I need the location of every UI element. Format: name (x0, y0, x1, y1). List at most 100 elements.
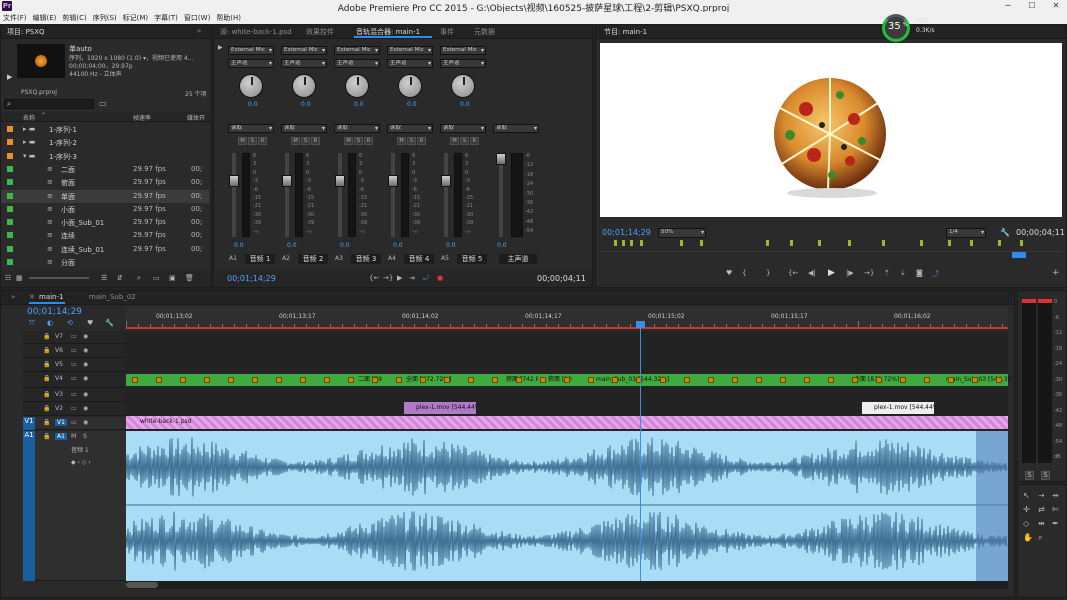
project-row[interactable]: ≡ 连续 29.97 fps 00; (1, 229, 209, 242)
menu-help[interactable]: 帮助(H) (213, 12, 244, 24)
pan-knob[interactable] (345, 74, 369, 98)
pan-knob[interactable] (292, 74, 316, 98)
clip-marker[interactable] (630, 240, 633, 246)
clip-marker[interactable] (700, 240, 703, 246)
menu-edit[interactable]: 编辑(E) (30, 12, 60, 24)
playhead-handle[interactable] (636, 321, 645, 328)
track-label[interactable]: V3 (55, 391, 63, 398)
clip-marker[interactable] (970, 240, 973, 246)
mark-in-icon[interactable]: { (742, 269, 746, 277)
lock-icon[interactable]: 🔒 (43, 405, 50, 412)
minimize-button[interactable]: ─ (997, 0, 1019, 12)
clip-marker[interactable] (680, 240, 683, 246)
pan-value[interactable]: 0.0 (248, 101, 258, 108)
tab-main-sub-02[interactable]: main_Sub_02 (89, 293, 136, 301)
clip-marker[interactable] (818, 240, 821, 246)
track-label[interactable]: V2 (55, 405, 63, 412)
pan-knob[interactable] (239, 74, 263, 98)
sync-lock-icon[interactable]: ▭ (71, 333, 77, 340)
project-row[interactable]: ≡ 小面_Sub_01 29.97 fps 00; (1, 216, 209, 229)
msr-button-s[interactable]: S (354, 137, 363, 145)
project-row[interactable]: ≡ 俯面 29.97 fps 00; (1, 176, 209, 189)
fader-handle[interactable] (388, 175, 398, 187)
ripple-edit-tool-icon[interactable]: ⇸ (1052, 491, 1059, 500)
fader-handle[interactable] (229, 175, 239, 187)
mixer-timecode[interactable]: 00;01;14;29 (227, 274, 276, 283)
project-row[interactable]: ≡ 二面 29.97 fps 00; (1, 163, 209, 176)
route-dropdown[interactable]: 主声道 (440, 59, 486, 68)
extract-icon[interactable]: ⇣ (900, 269, 906, 277)
msr-button-m[interactable]: M (291, 137, 300, 145)
sort-icon[interactable]: ☰ (101, 274, 107, 282)
msr-button-r[interactable]: R (258, 137, 267, 145)
lock-icon[interactable]: 🔒 (43, 375, 50, 382)
sync-lock-icon[interactable]: ▭ (71, 405, 77, 412)
menu-window[interactable]: 窗口(W) (181, 12, 213, 24)
gain-value[interactable]: 0.0 (446, 242, 456, 249)
zoom-dropdown[interactable]: 50% (658, 228, 706, 238)
automation-mode-dropdown[interactable]: 读取 (440, 124, 486, 133)
linked-selection-icon[interactable]: ⟲ (67, 319, 73, 327)
msr-button-s[interactable]: S (407, 137, 416, 145)
gain-value[interactable]: 0.0 (234, 242, 244, 249)
track-header-v5[interactable]: 🔒 V5 ▭ ◉ (23, 359, 126, 372)
mark-out-icon[interactable]: } (766, 269, 770, 277)
project-row[interactable]: ≡ 小面 29.97 fps 00; (1, 203, 209, 216)
master-gain-value[interactable]: 0.0 (497, 242, 507, 249)
project-row[interactable]: ≡ 单面 29.97 fps 00; (1, 189, 209, 203)
input-dropdown[interactable]: External Mic (334, 46, 380, 55)
msr-button-s[interactable]: S (460, 137, 469, 145)
track-header-v6[interactable]: 🔒 V6 ▭ ◉ (23, 345, 126, 358)
clip-marker[interactable] (998, 240, 1001, 246)
menu-clip[interactable]: 剪辑(C) (59, 12, 89, 24)
pan-value[interactable]: 0.0 (407, 101, 417, 108)
new-item-icon[interactable]: ▣ (169, 274, 176, 282)
nest-icon[interactable]: ⤧ (29, 319, 35, 328)
zoom-tool-icon[interactable]: ⌕ (1038, 533, 1042, 543)
tab-events[interactable]: 事件 (440, 27, 454, 37)
go-to-out-point-icon[interactable]: →} (864, 269, 874, 277)
play-icon[interactable]: ▶ (397, 274, 402, 282)
tab-main-1[interactable]: main-1 (39, 293, 63, 301)
track-header-v2[interactable]: 🔒 V2 ▭ ◉ (23, 403, 126, 416)
label-color-swatch[interactable] (7, 232, 13, 239)
automate-icon[interactable]: ⇵ (117, 274, 123, 282)
input-dropdown[interactable]: External Mic (281, 46, 327, 55)
track-header-a1[interactable]: A1 🔒 A1 M S 音频 1 ◆ ‹ ◇ › (23, 431, 126, 581)
msr-button-r[interactable]: R (364, 137, 373, 145)
msr-button-m[interactable]: M (344, 137, 353, 145)
clip-marker[interactable] (920, 240, 923, 246)
msr-button-m[interactable]: M (450, 137, 459, 145)
pan-value[interactable]: 0.0 (460, 101, 470, 108)
msr-button-r[interactable]: R (311, 137, 320, 145)
lock-icon[interactable]: 🔒 (43, 361, 50, 368)
input-dropdown[interactable]: External Mic (440, 46, 486, 55)
eye-icon[interactable]: ◉ (83, 333, 88, 340)
label-color-swatch[interactable] (7, 192, 13, 199)
pan-knob[interactable] (398, 74, 422, 98)
clip-marker[interactable] (882, 240, 885, 246)
loop-icon[interactable]: ⇥ (409, 274, 415, 282)
track-header-v1[interactable]: V1 🔒 V1 ▭ ◉ (23, 417, 126, 430)
label-color-swatch[interactable] (7, 259, 13, 265)
source-patch[interactable] (23, 359, 35, 372)
sync-lock-icon[interactable]: ▭ (71, 419, 77, 426)
add-button-icon[interactable]: + (1052, 268, 1060, 278)
button-editor-icon[interactable]: ⤴ (932, 269, 939, 279)
timeline-timecode[interactable]: 00;01;14;29 (27, 307, 82, 317)
label-color-swatch[interactable] (7, 245, 13, 252)
project-row[interactable]: ▸ ▬ 1-序列-1 (1, 123, 209, 136)
project-row[interactable]: ▾ ▬ 1-序列-3 (1, 150, 209, 163)
clip-marker[interactable] (622, 240, 625, 246)
go-to-in-icon[interactable]: {← (369, 274, 379, 282)
v4-clip[interactable]: main_Sub_03 [544.32 (946, 374, 1016, 386)
timeline-expand-icon[interactable]: » (11, 293, 15, 301)
close-button[interactable]: ✕ (1045, 0, 1067, 12)
mute-button[interactable]: M (71, 433, 76, 440)
program-timecode[interactable]: 00;01;14;29 (602, 228, 651, 237)
sync-lock-icon[interactable]: ▭ (71, 391, 77, 398)
clip-marker[interactable] (1020, 240, 1023, 246)
route-dropdown[interactable]: 主声道 (281, 59, 327, 68)
project-row[interactable]: ▸ ▬ 1-序列-2 (1, 136, 209, 149)
lock-icon[interactable]: 🔒 (43, 391, 50, 398)
